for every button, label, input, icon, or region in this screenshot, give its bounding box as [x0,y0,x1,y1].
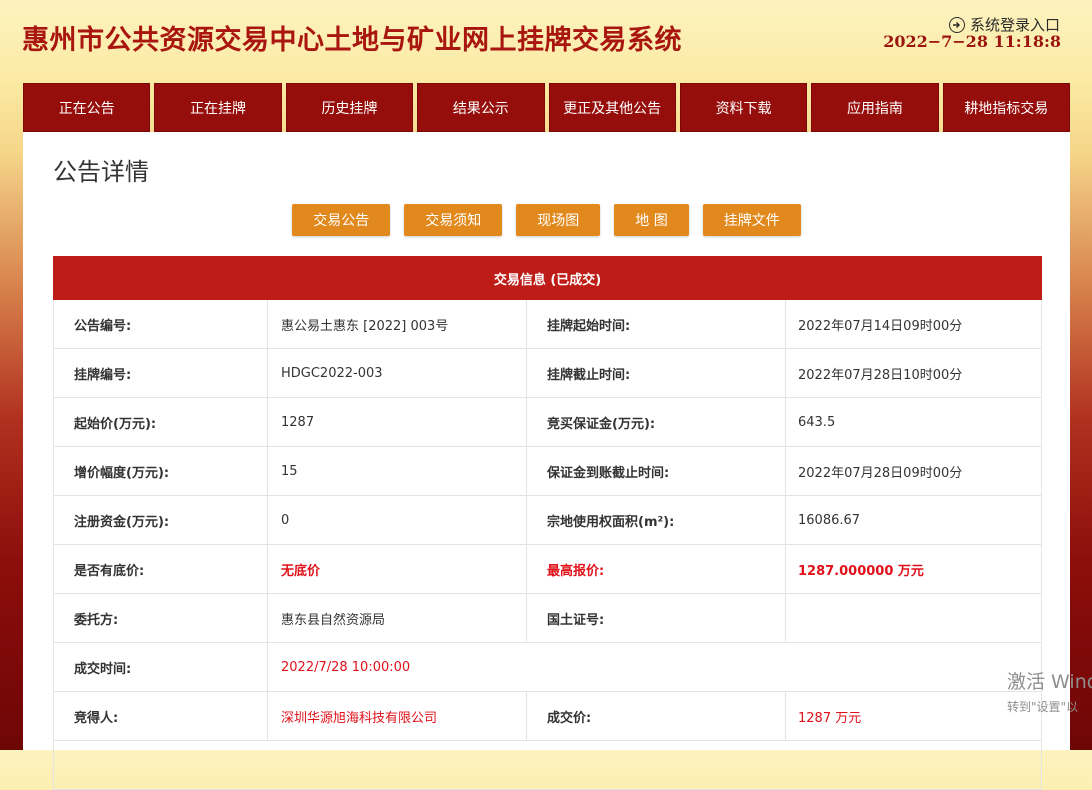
field-value: 0 [267,495,527,545]
field-label: 挂牌编号: [53,348,268,398]
table-row: 竞得人: 深圳华源旭海科技有限公司 成交价: 1287 万元 [53,691,1043,741]
nav-item-history[interactable]: 历史挂牌 [285,83,414,132]
field-label: 竞得人: [53,691,268,741]
field-value: HDGC2022-003 [267,348,527,398]
field-label: 注册资金(万元): [53,495,268,545]
empty-row [52,740,1043,790]
table-row [52,740,1043,790]
nav-item-listing[interactable]: 正在挂牌 [154,83,282,132]
field-value: 2022年07月14日09时00分 [784,299,1043,349]
deal-time-value: 2022/7/28 10:00:00 [266,642,1043,692]
main-nav: 正在公告 正在挂牌 历史挂牌 结果公示 更正及其他公告 资料下载 应用指南 耕地… [23,83,1070,132]
field-label: 成交价: [526,691,786,741]
field-label: 保证金到账截止时间: [526,446,786,496]
nav-item-announcing[interactable]: 正在公告 [23,83,151,132]
tab-trade-notice[interactable]: 交易须知 [404,204,503,236]
field-label: 最高报价: [526,544,786,594]
trade-info-table: 交易信息 (已成交) 公告编号: 惠公易土惠东 [2022] 003号 挂牌起始… [52,256,1043,790]
field-value: 2022年07月28日09时00分 [784,446,1043,496]
field-value: 惠公易土惠东 [2022] 003号 [267,299,527,349]
trade-info-header: 交易信息 (已成交) [52,256,1043,300]
deal-price-value: 1287 万元 [784,691,1043,741]
table-row: 起始价(万元): 1287 竞买保证金(万元): 643.5 [53,397,1043,447]
table-row: 注册资金(万元): 0 宗地使用权面积(m²): 16086.67 [53,495,1043,545]
field-value: 1287 [267,397,527,447]
field-value [784,593,1043,643]
field-label: 竞买保证金(万元): [526,397,786,447]
field-value: 15 [267,446,527,496]
tab-site-photos[interactable]: 现场图 [516,204,601,236]
detail-tabs: 交易公告 交易须知 现场图 地 图 挂牌文件 [23,204,1070,236]
field-value: 16086.67 [784,495,1043,545]
nav-item-corrections[interactable]: 更正及其他公告 [548,83,676,132]
winning-bidder-value: 深圳华源旭海科技有限公司 [267,691,527,741]
nav-item-downloads[interactable]: 资料下载 [679,83,808,132]
field-label: 委托方: [53,593,268,643]
nav-item-results[interactable]: 结果公示 [417,83,545,132]
field-label: 国土证号: [526,593,786,643]
tab-map[interactable]: 地 图 [614,204,689,236]
field-label: 挂牌截止时间: [526,348,786,398]
field-label: 成交时间: [53,642,268,692]
detail-panel: 公告详情 交易公告 交易须知 现场图 地 图 挂牌文件 交易信息 (已成交) 公… [23,132,1070,790]
table-row: 成交时间: 2022/7/28 10:00:00 [53,642,1043,692]
field-label: 是否有底价: [53,544,268,594]
current-datetime: 2022−7−28 11:18:8 [883,32,1061,51]
field-value: 惠东县自然资源局 [267,593,527,643]
page-title: 公告详情 [53,158,149,186]
login-icon [948,16,965,33]
site-title: 惠州市公共资源交易中心土地与矿业网上挂牌交易系统 [22,25,682,56]
field-label: 起始价(万元): [53,397,268,447]
field-label: 公告编号: [53,299,268,349]
table-row: 委托方: 惠东县自然资源局 国土证号: [53,593,1043,643]
field-label: 挂牌起始时间: [526,299,786,349]
reserve-price-status: 无底价 [267,544,527,594]
nav-item-guide[interactable]: 应用指南 [811,83,939,132]
tab-listing-docs[interactable]: 挂牌文件 [702,204,801,236]
highest-bid-value: 1287.000000 万元 [784,544,1043,594]
table-row: 公告编号: 惠公易土惠东 [2022] 003号 挂牌起始时间: 2022年07… [53,299,1043,349]
table-row: 挂牌编号: HDGC2022-003 挂牌截止时间: 2022年07月28日10… [53,348,1043,398]
field-value: 643.5 [784,397,1043,447]
nav-item-farmland-quota[interactable]: 耕地指标交易 [942,83,1070,132]
tab-trade-announcement[interactable]: 交易公告 [292,204,391,236]
field-label: 宗地使用权面积(m²): [526,495,786,545]
table-row: 增价幅度(万元): 15 保证金到账截止时间: 2022年07月28日09时00… [53,446,1043,496]
field-value: 2022年07月28日10时00分 [784,348,1043,398]
field-label: 增价幅度(万元): [53,446,268,496]
table-row: 是否有底价: 无底价 最高报价: 1287.000000 万元 [53,544,1043,594]
